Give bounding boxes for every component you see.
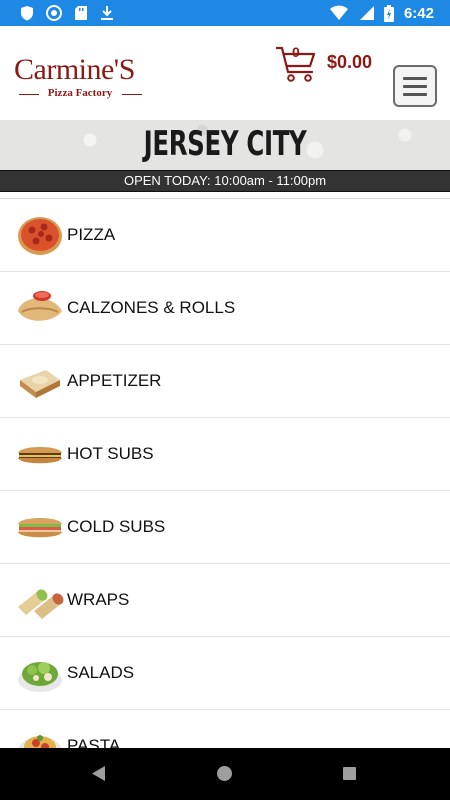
status-time: 6:42 bbox=[403, 4, 434, 22]
location-banner: JERSEY CITY bbox=[0, 120, 450, 170]
app-header: Carmine'S Pizza Factory bbox=[0, 26, 450, 120]
salad-icon bbox=[18, 662, 62, 692]
list-item-label: WRAPS bbox=[67, 590, 130, 609]
pasta-icon bbox=[18, 735, 62, 749]
list-item-wraps[interactable]: WRAPS bbox=[0, 564, 450, 637]
list-item-hot-subs[interactable]: HOT SUBS bbox=[0, 418, 450, 491]
globe-icon bbox=[46, 5, 62, 21]
location-title: JERSEY CITY bbox=[143, 124, 307, 164]
list-item-calzones-rolls[interactable]: CALZONES & ROLLS bbox=[0, 272, 450, 345]
download-icon bbox=[101, 6, 113, 20]
list-item-label: APPETIZER bbox=[67, 371, 162, 390]
list-item-label: PASTA bbox=[67, 736, 121, 749]
recent-apps-icon[interactable] bbox=[343, 767, 356, 780]
list-item-label: HOT SUBS bbox=[67, 444, 154, 463]
menu-bar-icon bbox=[403, 77, 427, 80]
sd-card-icon bbox=[75, 6, 87, 20]
cart-button[interactable]: 0 bbox=[276, 44, 318, 84]
list-item-salads[interactable]: SALADS bbox=[0, 637, 450, 710]
logo-subtitle: Pizza Factory bbox=[47, 87, 113, 99]
hamburger-menu-button[interactable] bbox=[393, 65, 437, 107]
battery-icon bbox=[383, 4, 394, 22]
list-item-pasta[interactable]: PASTA bbox=[0, 710, 450, 749]
opening-hours-bar: OPEN TODAY: 10:00am - 11:00pm bbox=[0, 170, 450, 192]
home-icon[interactable] bbox=[217, 766, 232, 781]
appetizer-icon bbox=[20, 370, 60, 398]
back-icon[interactable] bbox=[92, 766, 106, 781]
cold-sub-icon bbox=[18, 518, 62, 538]
calzone-icon bbox=[18, 291, 62, 321]
cellular-signal-icon bbox=[359, 6, 374, 20]
menu-bar-icon bbox=[403, 85, 427, 88]
menu-category-list: PIZZA CALZONES & ROLLS APPETIZER HOT SUB… bbox=[0, 198, 450, 749]
list-item-appetizer[interactable]: APPETIZER bbox=[0, 345, 450, 418]
system-navigation-bar bbox=[0, 748, 450, 800]
brand-logo[interactable]: Carmine'S Pizza Factory bbox=[14, 54, 142, 102]
wifi-icon bbox=[329, 5, 348, 20]
cart-total[interactable]: $0.00 bbox=[327, 52, 372, 73]
logo-title: Carmine'S bbox=[14, 53, 135, 86]
logo-rule-right bbox=[122, 94, 142, 95]
menu-bar-icon bbox=[403, 93, 427, 96]
list-item-pizza[interactable]: PIZZA bbox=[0, 199, 450, 272]
shield-icon bbox=[21, 6, 33, 21]
wrap-icon bbox=[18, 589, 64, 619]
list-item-label: SALADS bbox=[67, 663, 135, 682]
hot-sub-icon bbox=[18, 447, 62, 464]
list-item-label: PIZZA bbox=[67, 225, 116, 244]
pizza-icon bbox=[18, 217, 62, 255]
cart-count-badge: 0 bbox=[292, 44, 300, 60]
list-item-label: CALZONES & ROLLS bbox=[67, 298, 236, 317]
list-item-label: COLD SUBS bbox=[67, 517, 166, 536]
status-bar: 6:42 bbox=[0, 0, 450, 26]
list-item-cold-subs[interactable]: COLD SUBS bbox=[0, 491, 450, 564]
